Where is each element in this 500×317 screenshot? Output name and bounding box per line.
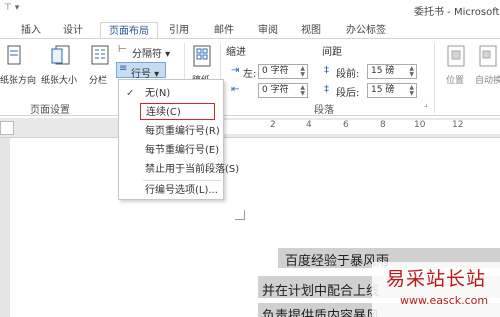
paragraph-group-label: 段落 [314, 105, 334, 116]
ruler-number: 12 [452, 120, 464, 130]
paper-direction-icon [7, 45, 21, 65]
watermark-url: www.easck.com [400, 294, 489, 307]
menu-item-line-numbering-options[interactable]: 行编号选项(L)... [119, 182, 223, 199]
tab-insert[interactable]: 插入 [14, 22, 48, 39]
spacing-after-value: 15 磅 [371, 85, 395, 95]
menu-item-suppress-current-paragraph[interactable]: 禁止用于当前段落(S) [119, 161, 239, 178]
tab-mailings[interactable]: 邮件 [209, 22, 239, 39]
spacing-after-input[interactable]: 15 磅 ▲ ▼ [367, 83, 417, 98]
tab-design[interactable]: 设计 [56, 22, 90, 39]
site-watermark: 易采站长站 www.easck.com [372, 262, 500, 317]
spacing-before-value: 15 磅 [371, 66, 395, 76]
line-numbers-icon: ≡ [119, 63, 128, 74]
indent-left-value: 0 字符 [262, 66, 289, 76]
menu-item-none[interactable]: ✓ 无(N) [119, 85, 223, 102]
paper-size-label: 纸张大小 [41, 76, 78, 86]
menu-separator [143, 180, 221, 181]
columns-icon [91, 45, 109, 65]
paragraph-launcher-icon[interactable]: ⌟ [424, 99, 428, 108]
spacing-before-icon: ‡ [324, 65, 329, 76]
spacing-heading: 间距 [322, 47, 342, 58]
spacing-after-label: 段后: [336, 88, 360, 99]
spacing-before-label: 段前: [336, 69, 360, 80]
breaks-icon: ⊢ [118, 44, 127, 55]
wrap-text-icon [479, 45, 497, 67]
menu-item-continuous[interactable]: 连续(C) [140, 103, 215, 120]
page-setup-group-label: 页面设置 [30, 105, 70, 116]
position-icon [447, 45, 465, 67]
menu-item-label: 无(N) [145, 88, 171, 99]
tab-selector[interactable] [0, 121, 14, 135]
line-numbers-button[interactable]: ≡ 行号 ▾ [116, 62, 166, 80]
indent-left-input[interactable]: 0 字符 ▲ ▼ [258, 64, 308, 79]
horizontal-ruler[interactable]: 2 4 6 8 10 12 [0, 118, 500, 138]
ruler-number: 6 [343, 120, 349, 130]
indent-heading: 缩进 [226, 47, 246, 58]
paper-direction-label: 纸张方向 [0, 76, 37, 86]
spinner-arrows-icon[interactable]: ▲ ▼ [409, 85, 414, 97]
title-bar: ⊤ ▾ 委托书 - Microsoft [0, 0, 500, 20]
wrap-text-label: 自动换 [475, 76, 500, 86]
tab-office-tab[interactable]: 办公标签 [339, 22, 393, 39]
spacing-after-icon: ‡ [324, 84, 329, 95]
ribbon-page-layout: 纸张方向 纸张大小 分栏 ⊢ 分隔符 ▾ ≡ 行号 ▾ 页面设置 ⌟ 稿纸 [0, 38, 500, 116]
indent-right-value: 0 字符 [262, 85, 289, 95]
line-numbers-menu: ✓ 无(N) 连续(C) 每页重编行号(R) 每节重编行号(E) 禁止用于当前段… [118, 79, 239, 200]
ruler-number: 10 [414, 120, 426, 130]
menu-item-label: 每节重编行号(E) [145, 145, 220, 156]
indent-right-icon: ⇤ [231, 84, 240, 95]
document-line: 并在计划中配合上线 [262, 284, 380, 299]
page-margin-corner [235, 210, 245, 220]
menu-item-label: 行编号选项(L)... [145, 185, 218, 196]
tab-review[interactable]: 审阅 [253, 22, 283, 39]
window-title: 委托书 - Microsoft [414, 7, 500, 18]
spinner-arrows-icon[interactable]: ▲ ▼ [300, 66, 305, 78]
quick-access-toolbar[interactable]: ⊤ ▾ [4, 3, 19, 13]
ribbon-tabs: 插入 设计 页面布局 引用 邮件 审阅 视图 办公标签 [0, 20, 500, 39]
tab-references[interactable]: 引用 [164, 22, 194, 39]
checkmark-icon: ✓ [126, 88, 135, 99]
columns-label: 分栏 [89, 76, 108, 86]
spacing-before-input[interactable]: 15 磅 ▲ ▼ [367, 64, 417, 79]
tab-view[interactable]: 视图 [296, 22, 326, 39]
menu-item-label: 每页重编行号(R) [145, 126, 220, 137]
manuscript-paper-icon[interactable] [192, 45, 212, 69]
document-line: 负责提供质内容暴风 [262, 309, 380, 317]
paper-size-icon [51, 45, 70, 65]
ruler-number: 2 [270, 120, 276, 130]
menu-item-label: 连续(C) [146, 107, 181, 118]
watermark-text: 易采站长站 [386, 268, 487, 290]
ruler-number: 8 [380, 120, 386, 130]
menu-item-restart-each-page[interactable]: 每页重编行号(R) [119, 123, 223, 140]
spinner-arrows-icon[interactable]: ▲ ▼ [300, 85, 305, 97]
ruler-number: 4 [306, 120, 312, 130]
line-numbers-label: 行号 ▾ [131, 69, 160, 80]
indent-left-icon: ⇥ [231, 65, 240, 76]
breaks-label: 分隔符 ▾ [132, 49, 171, 60]
menu-item-label: 禁止用于当前段落(S) [145, 164, 240, 175]
indent-right-input[interactable]: 0 字符 ▲ ▼ [258, 83, 308, 98]
position-label: 位置 [446, 76, 465, 86]
group-separator [434, 43, 435, 113]
menu-item-restart-each-section[interactable]: 每节重编行号(E) [119, 142, 223, 159]
indent-left-label: 左: [243, 69, 257, 80]
tab-page-layout[interactable]: 页面布局 [100, 22, 158, 39]
spinner-arrows-icon[interactable]: ▲ ▼ [409, 66, 414, 78]
